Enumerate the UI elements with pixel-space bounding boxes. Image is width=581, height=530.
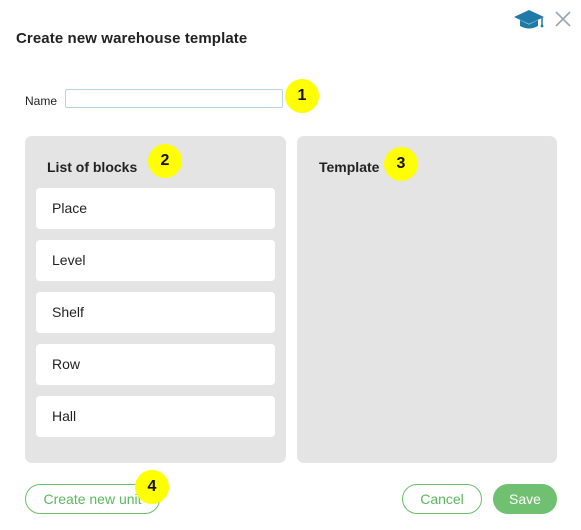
block-item-place[interactable]: Place [36, 188, 275, 229]
callout-marker-4: 4 [135, 470, 169, 504]
save-button[interactable]: Save [493, 484, 557, 514]
blocks-panel-title: List of blocks [47, 159, 138, 175]
block-item-level[interactable]: Level [36, 240, 275, 281]
block-item-row[interactable]: Row [36, 344, 275, 385]
cancel-button[interactable]: Cancel [402, 484, 482, 514]
template-panel[interactable]: Template [297, 136, 557, 463]
callout-marker-1: 1 [285, 79, 319, 113]
block-item-hall[interactable]: Hall [36, 396, 275, 437]
name-input[interactable] [65, 89, 283, 108]
callout-marker-2: 2 [148, 144, 182, 178]
blocks-panel: List of blocks Place Level Shelf Row Hal… [25, 136, 286, 463]
create-template-dialog: Create new warehouse template Name 1 Lis… [0, 0, 581, 530]
graduation-cap-icon[interactable] [513, 7, 545, 31]
name-label: Name [25, 94, 58, 108]
dialog-title: Create new warehouse template [16, 30, 248, 47]
callout-marker-3: 3 [384, 147, 418, 181]
template-panel-title: Template [319, 159, 380, 175]
block-item-shelf[interactable]: Shelf [36, 292, 275, 333]
close-icon[interactable] [553, 9, 573, 29]
